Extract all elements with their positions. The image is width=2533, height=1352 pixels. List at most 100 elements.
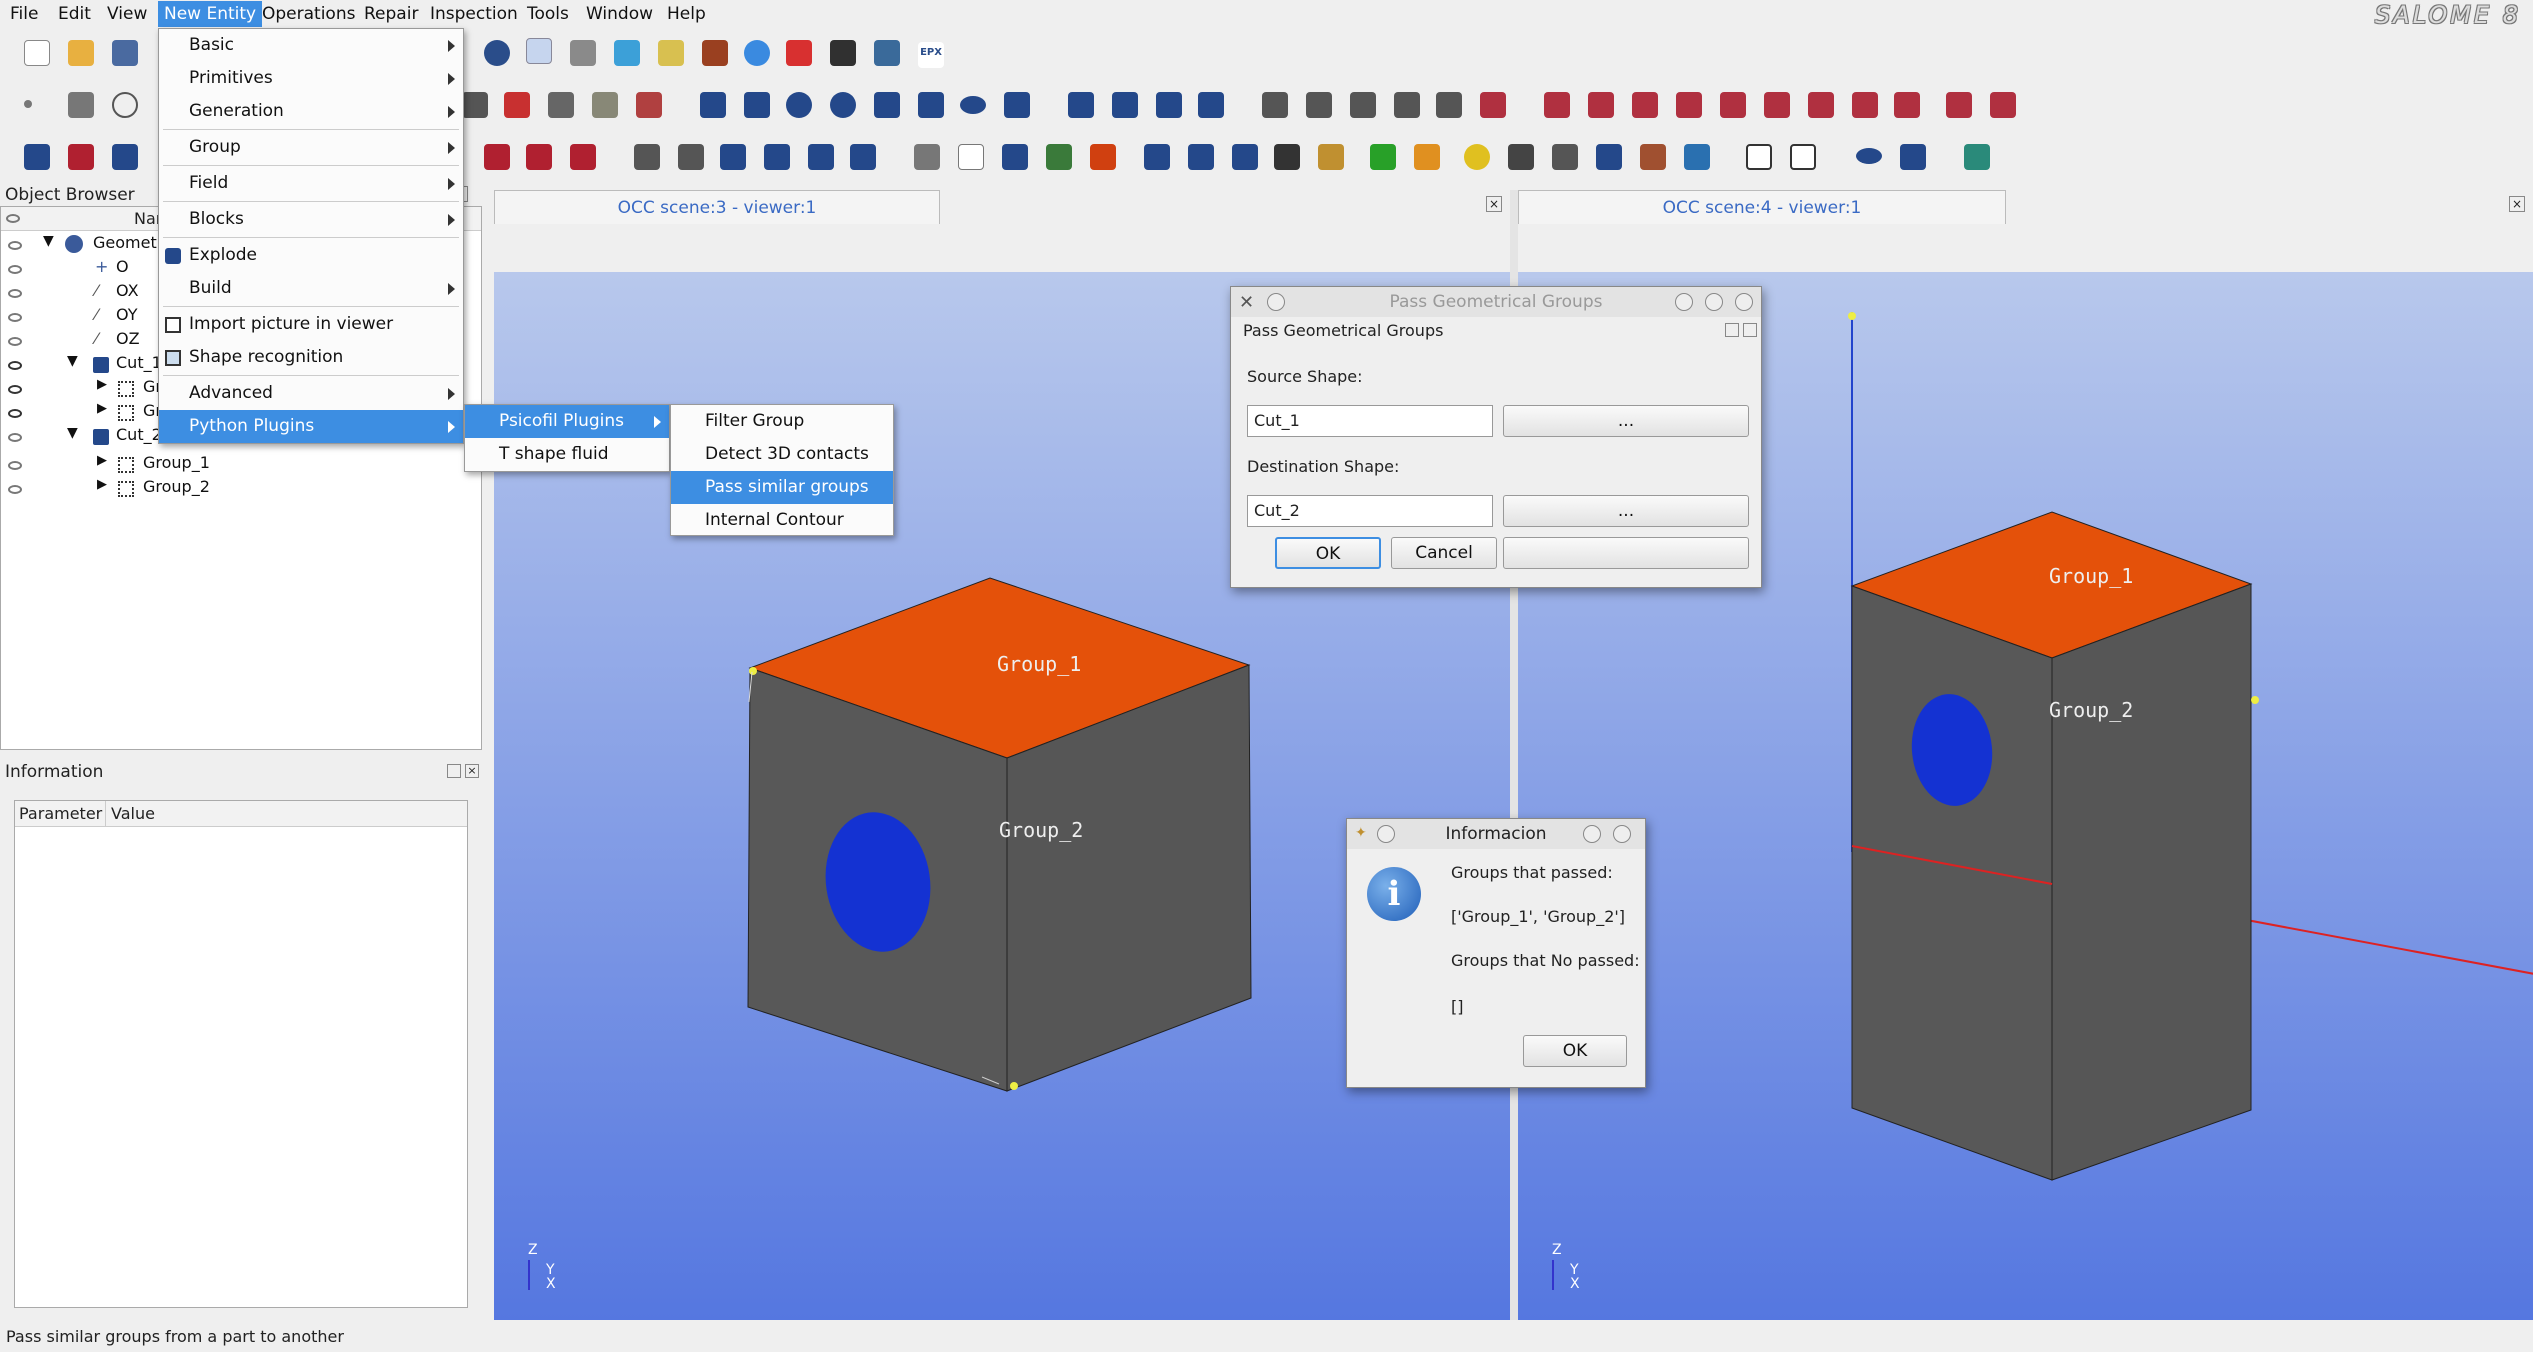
ellipse-icon[interactable]: [1856, 148, 1882, 164]
pass-cancel-button[interactable]: Cancel: [1391, 537, 1497, 569]
cone-icon[interactable]: [874, 92, 900, 118]
destination-browse-button[interactable]: ...: [1503, 495, 1749, 527]
picture-2-icon[interactable]: [1790, 144, 1816, 170]
menu-item-filter-group[interactable]: Filter Group: [671, 405, 893, 438]
archimede-icon[interactable]: [1632, 92, 1658, 118]
visibility-icon[interactable]: [8, 241, 22, 250]
globe-icon[interactable]: [744, 40, 770, 66]
multi-translation-icon[interactable]: [1676, 92, 1702, 118]
plane-face-icon[interactable]: [1004, 92, 1030, 118]
limit-tolerance-icon[interactable]: [1946, 92, 1972, 118]
info-dialog-shade-icon[interactable]: [1583, 825, 1601, 843]
info-dialog-menu-icon[interactable]: [1377, 825, 1395, 843]
inertia-icon[interactable]: [1232, 144, 1258, 170]
box-icon[interactable]: [700, 92, 726, 118]
multi-rotation-icon[interactable]: [1720, 92, 1746, 118]
section-icon[interactable]: [1198, 92, 1224, 118]
tree-item-oz[interactable]: OZ: [116, 329, 140, 348]
visibility-icon[interactable]: [8, 265, 22, 274]
info-ok-button[interactable]: OK: [1523, 1035, 1627, 1067]
menu-file[interactable]: File: [4, 1, 44, 27]
epx-icon[interactable]: EPX: [918, 42, 944, 68]
wire-icon[interactable]: [958, 144, 984, 170]
menu-item-primitives[interactable]: Primitives: [159, 62, 463, 95]
menu-window[interactable]: Window: [580, 1, 659, 27]
menu-view[interactable]: View: [101, 1, 153, 27]
menu-item-advanced[interactable]: Advanced: [159, 377, 463, 410]
tree-item-oy[interactable]: OY: [116, 305, 138, 324]
hexablock-icon[interactable]: [874, 40, 900, 66]
offset-icon[interactable]: [1436, 92, 1462, 118]
arc-icon[interactable]: [678, 144, 704, 170]
yacs-module-icon[interactable]: [658, 40, 684, 66]
tolerance-icon[interactable]: [1508, 144, 1534, 170]
menu-item-basic[interactable]: Basic: [159, 29, 463, 62]
menu-tools[interactable]: Tools: [521, 1, 575, 27]
glue-icon[interactable]: [1852, 92, 1878, 118]
picture-icon[interactable]: [1746, 144, 1772, 170]
menu-item-python-plugins[interactable]: Python Plugins: [159, 410, 463, 443]
viewer-right-close-icon[interactable]: ×: [2509, 196, 2525, 212]
material-icon[interactable]: [1414, 144, 1440, 170]
pass-ok-button[interactable]: OK: [1275, 537, 1381, 569]
menu-help[interactable]: Help: [661, 1, 712, 27]
vector-icon[interactable]: [636, 92, 662, 118]
group-icon[interactable]: [1046, 144, 1072, 170]
whatis-icon[interactable]: [1464, 144, 1490, 170]
shape-icon-a[interactable]: [484, 144, 510, 170]
measure-icon[interactable]: [1144, 144, 1170, 170]
menu-item-import-picture[interactable]: Import picture in viewer: [159, 308, 463, 341]
check-shape-icon[interactable]: [1990, 92, 2016, 118]
edge-icon[interactable]: [634, 144, 660, 170]
cylinder-icon[interactable]: [744, 92, 770, 118]
compound-build-icon[interactable]: [850, 144, 876, 170]
visibility-icon[interactable]: [8, 289, 22, 298]
information-close-icon[interactable]: ×: [465, 764, 479, 778]
chamfer-icon[interactable]: [1544, 92, 1570, 118]
ocaf-icon[interactable]: [24, 144, 50, 170]
menu-item-internal-contour[interactable]: Internal Contour: [671, 504, 893, 537]
new-file-icon[interactable]: [24, 40, 50, 66]
menu-edit[interactable]: Edit: [52, 1, 97, 27]
menu-item-explode[interactable]: Explode: [159, 239, 463, 272]
visibility-icon[interactable]: [8, 433, 22, 442]
open-folder-icon[interactable]: [68, 40, 94, 66]
pass-empty-button[interactable]: [1503, 537, 1749, 569]
run-icon[interactable]: [1370, 144, 1396, 170]
shape-icon-c[interactable]: [570, 144, 596, 170]
free-boundaries-icon[interactable]: [1640, 144, 1666, 170]
torus-icon[interactable]: [830, 92, 856, 118]
tree-item-ox[interactable]: OX: [116, 281, 139, 300]
active-module-icon[interactable]: [526, 38, 552, 64]
menu-new-entity[interactable]: New Entity: [158, 1, 263, 27]
visibility-icon[interactable]: [8, 385, 22, 394]
pass-dialog-float-icon[interactable]: [1725, 323, 1739, 337]
visibility-icon[interactable]: [8, 361, 22, 370]
menu-item-group[interactable]: Group: [159, 131, 463, 164]
circle-icon[interactable]: [112, 92, 138, 118]
tab-viewer-left[interactable]: OCC scene:3 - viewer:1: [494, 190, 940, 224]
explode-icon[interactable]: [68, 144, 94, 170]
menu-item-generation[interactable]: Generation: [159, 95, 463, 128]
block-icon[interactable]: [1002, 144, 1028, 170]
menu-item-detect-3d-contacts[interactable]: Detect 3D contacts: [671, 438, 893, 471]
fuse-edges-icon[interactable]: [1596, 144, 1622, 170]
source-shape-field[interactable]: Cut_1: [1247, 405, 1493, 437]
free-faces-icon[interactable]: [1684, 144, 1710, 170]
menu-operations[interactable]: Operations: [256, 1, 361, 27]
check-icon[interactable]: [1552, 144, 1578, 170]
info-dialog-close-icon[interactable]: [1613, 825, 1631, 843]
vertex-icon[interactable]: [914, 144, 940, 170]
plane-icon[interactable]: [548, 92, 574, 118]
save-icon[interactable]: [112, 40, 138, 66]
paravis-module-icon[interactable]: [614, 40, 640, 66]
suppress-icon[interactable]: [1894, 92, 1920, 118]
fuse-icon[interactable]: [1068, 92, 1094, 118]
sketch-icon[interactable]: [504, 92, 530, 118]
viewer-left-close-icon[interactable]: ×: [1486, 196, 1502, 212]
rotation-icon[interactable]: [1306, 92, 1332, 118]
extrude-icon[interactable]: [462, 92, 488, 118]
local-cs-icon[interactable]: [592, 92, 618, 118]
disk-icon[interactable]: [960, 96, 986, 114]
point-icon[interactable]: [24, 100, 32, 108]
